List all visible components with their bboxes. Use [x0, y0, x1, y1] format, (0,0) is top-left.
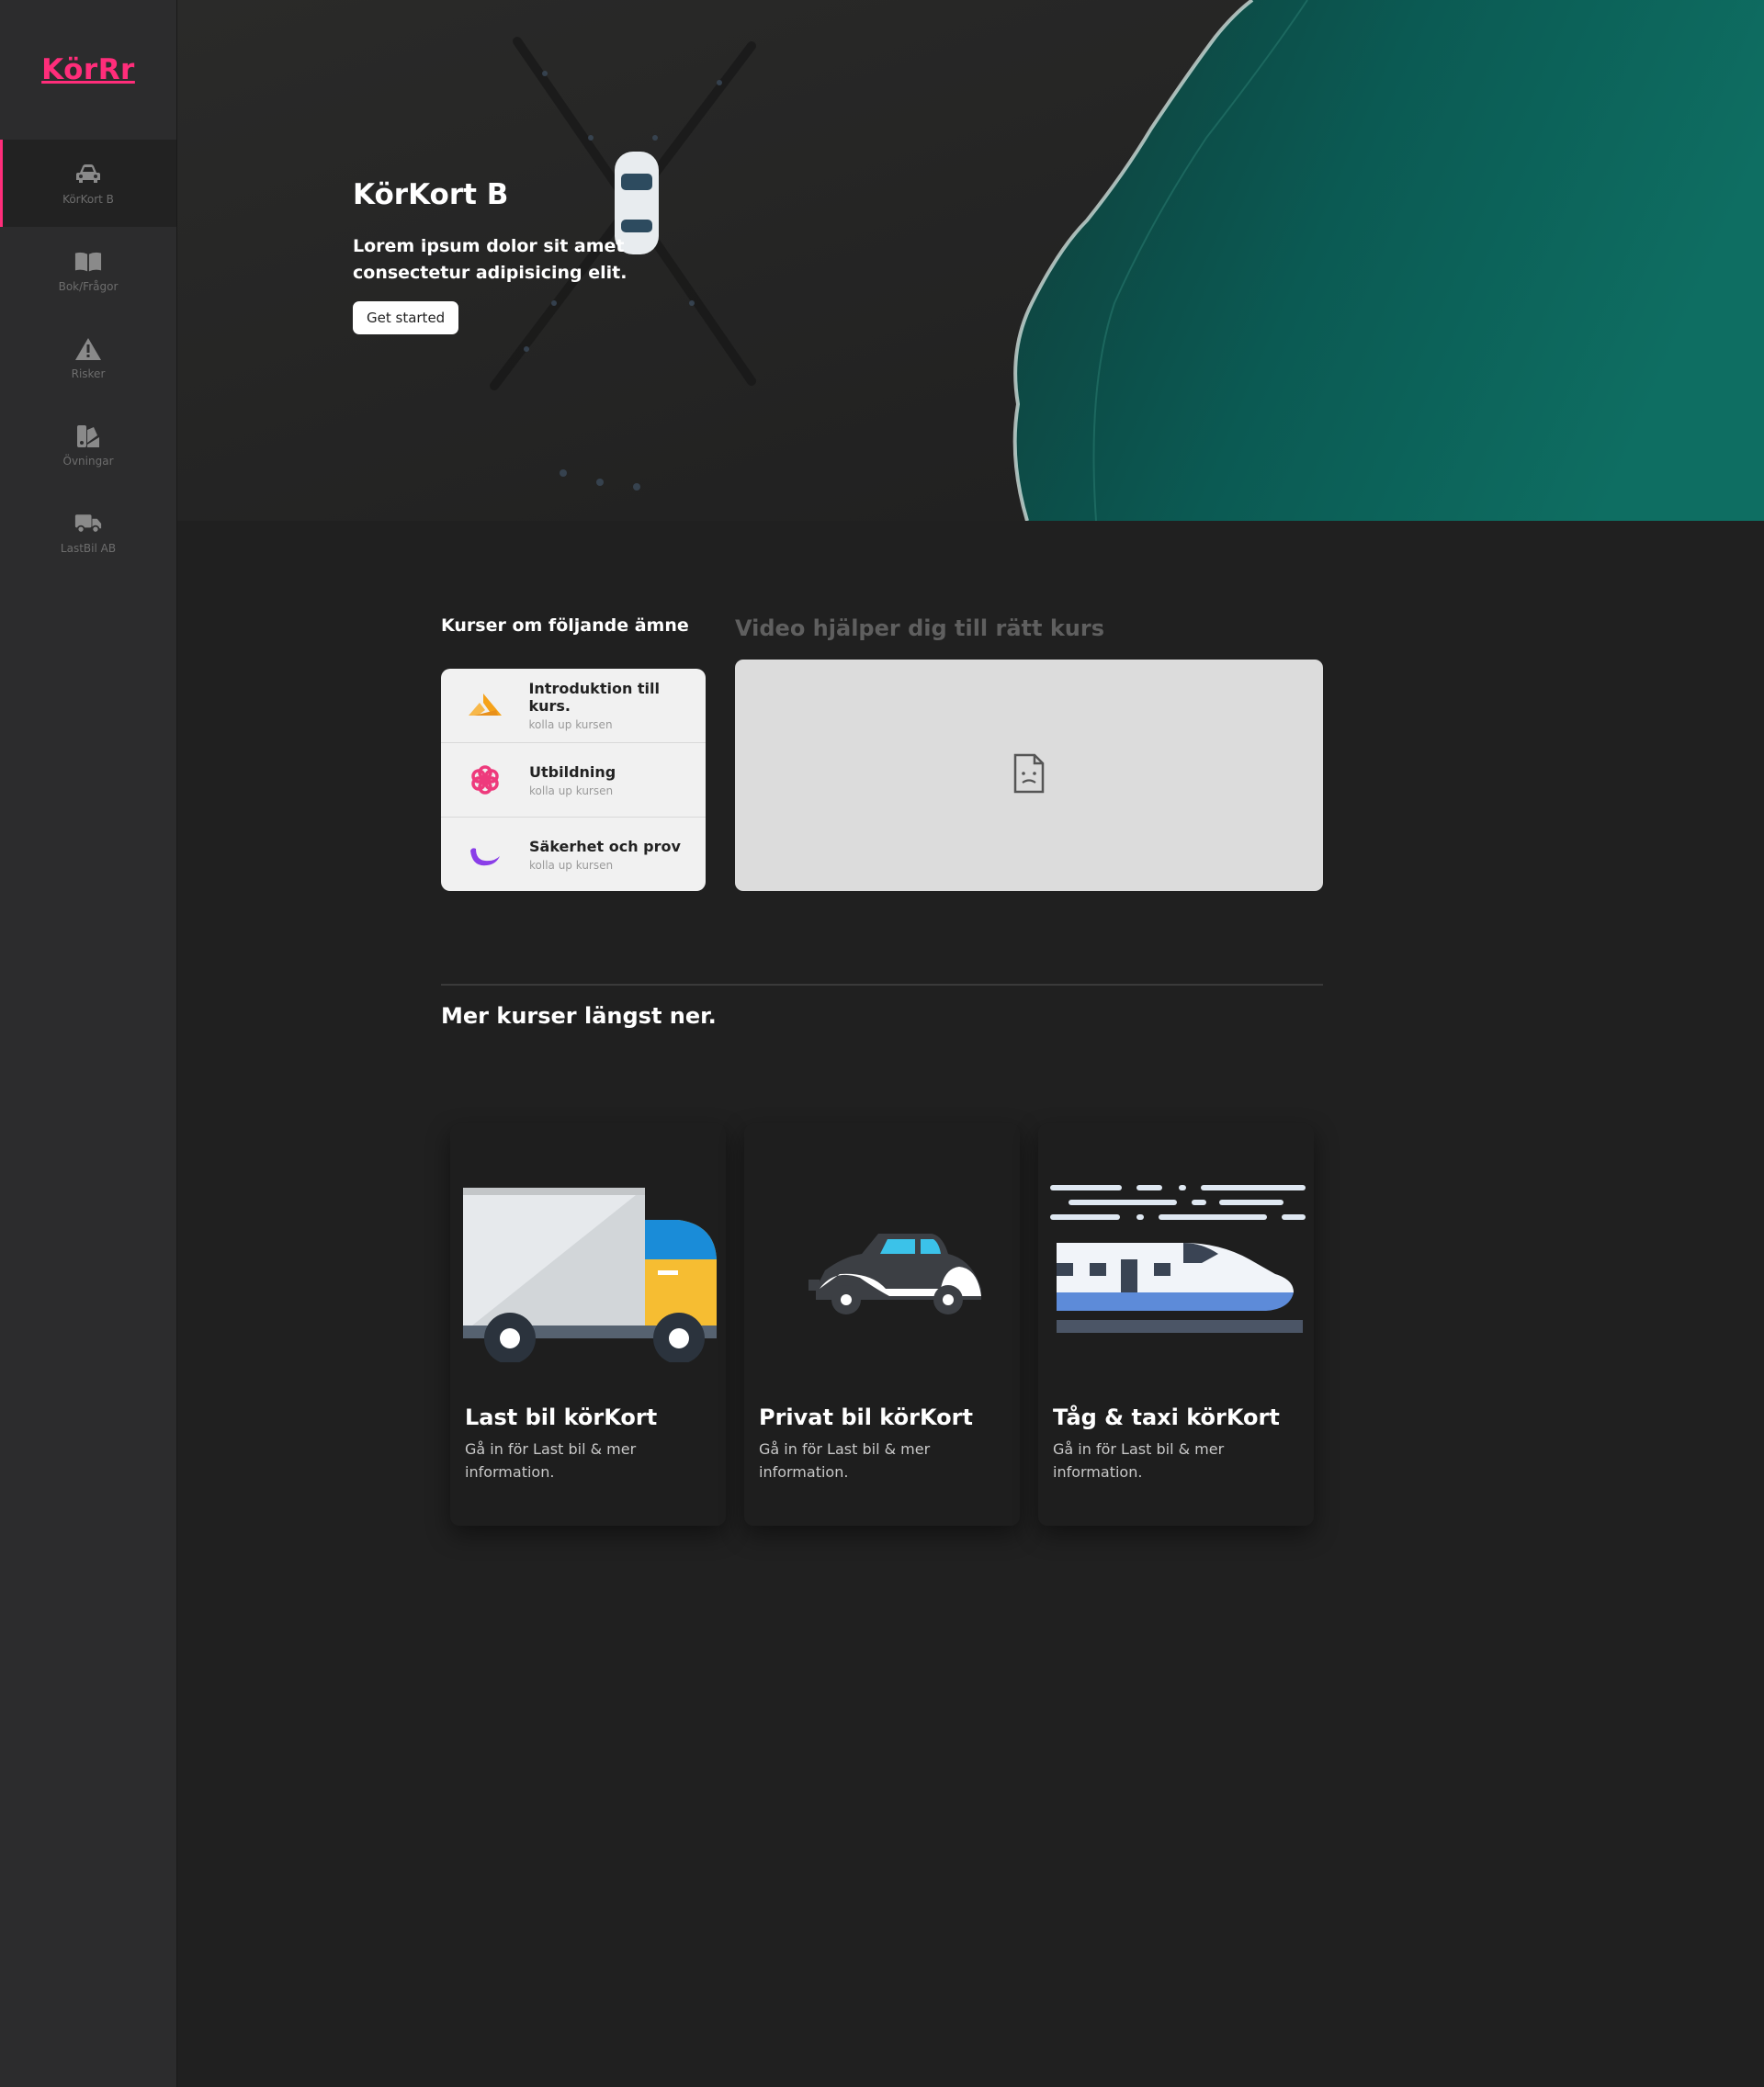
course-title: Introduktion till kurs. — [528, 680, 660, 715]
sidebar-item-label: Övningar — [62, 454, 114, 468]
card-text: Gå in för Last bil & mer information. — [465, 1440, 637, 1481]
course-title: Säkerhet och prov — [529, 838, 681, 855]
logo-container: KörRr — [0, 0, 176, 140]
section-divider — [441, 984, 1323, 986]
course-item-intro[interactable]: Introduktion till kurs. kolla up kursen — [441, 669, 706, 743]
course-item-utbildning[interactable]: Utbildning kolla up kursen — [441, 743, 706, 818]
car-icon — [74, 162, 102, 187]
logo-link[interactable]: KörRr — [41, 53, 135, 86]
card-text: Gå in för Last bil & mer information. — [759, 1440, 931, 1481]
sidebar-item-label: Bok/Frågor — [58, 279, 119, 293]
get-started-button[interactable]: Get started — [353, 301, 459, 334]
truck-icon — [74, 511, 102, 536]
hero-title: KörKort B — [353, 178, 509, 211]
topics-heading: Kurser om följande ämne — [441, 615, 689, 636]
course-subtitle: kolla up kursen — [529, 784, 614, 797]
train-illustration — [1046, 1142, 1306, 1371]
sidebar-item-risker[interactable]: Risker — [0, 314, 176, 401]
sidebar-item-korkort-b[interactable]: KörKort B — [0, 140, 176, 227]
course-card-car[interactable]: Privat bil körKort Gå in för Last bil & … — [744, 1123, 1020, 1526]
course-item-sakerhet[interactable]: Säkerhet och prov kolla up kursen — [441, 818, 706, 891]
sidebar-item-bok-fragor[interactable]: Bok/Frågor — [0, 227, 176, 314]
exercise-icon — [74, 423, 102, 449]
more-courses-heading: Mer kurser längst ner. — [441, 1003, 717, 1029]
intro-icon — [441, 692, 528, 719]
course-card-truck[interactable]: Last bil körKort Gå in för Last bil & me… — [450, 1123, 726, 1526]
sidebar-item-lastbil-ab[interactable]: LastBil AB — [0, 489, 176, 576]
sidebar-item-label: Risker — [71, 367, 106, 380]
course-subtitle: kolla up kursen — [528, 718, 613, 731]
video-player[interactable] — [735, 660, 1323, 891]
car-illustration — [752, 1142, 1012, 1371]
warning-icon — [74, 336, 102, 362]
video-heading: Video hjälper dig till rätt kurs — [735, 615, 1105, 641]
book-icon — [74, 249, 102, 275]
course-title: Utbildning — [529, 762, 616, 781]
card-title: Privat bil körKort — [759, 1404, 973, 1430]
card-text: Gå in för Last bil & mer information. — [1053, 1440, 1225, 1481]
flower-icon — [441, 764, 529, 795]
card-title: Tåg & taxi körKort — [1053, 1404, 1280, 1430]
hero-text: Lorem ipsum dolor sit amet consectetur a… — [353, 236, 628, 283]
course-list: Introduktion till kurs. kolla up kursen … — [441, 669, 706, 891]
sidebar-item-ovningar[interactable]: Övningar — [0, 401, 176, 489]
crescent-icon — [441, 841, 529, 869]
sidebar-item-label: KörKort B — [62, 192, 114, 206]
truck-illustration — [458, 1142, 718, 1371]
hero-banner: KörKort B Lorem ipsum dolor sit amet con… — [177, 0, 1764, 521]
course-subtitle: kolla up kursen — [529, 859, 614, 872]
broken-file-icon — [1012, 753, 1046, 797]
sidebar: KörRr KörKort B Bok/Frågor Risker Övning… — [0, 0, 177, 2087]
sidebar-item-label: LastBil AB — [60, 541, 117, 555]
course-card-train[interactable]: Tåg & taxi körKort Gå in för Last bil & … — [1038, 1123, 1314, 1526]
card-title: Last bil körKort — [465, 1404, 658, 1430]
hero-content: KörKort B Lorem ipsum dolor sit amet con… — [353, 178, 739, 334]
